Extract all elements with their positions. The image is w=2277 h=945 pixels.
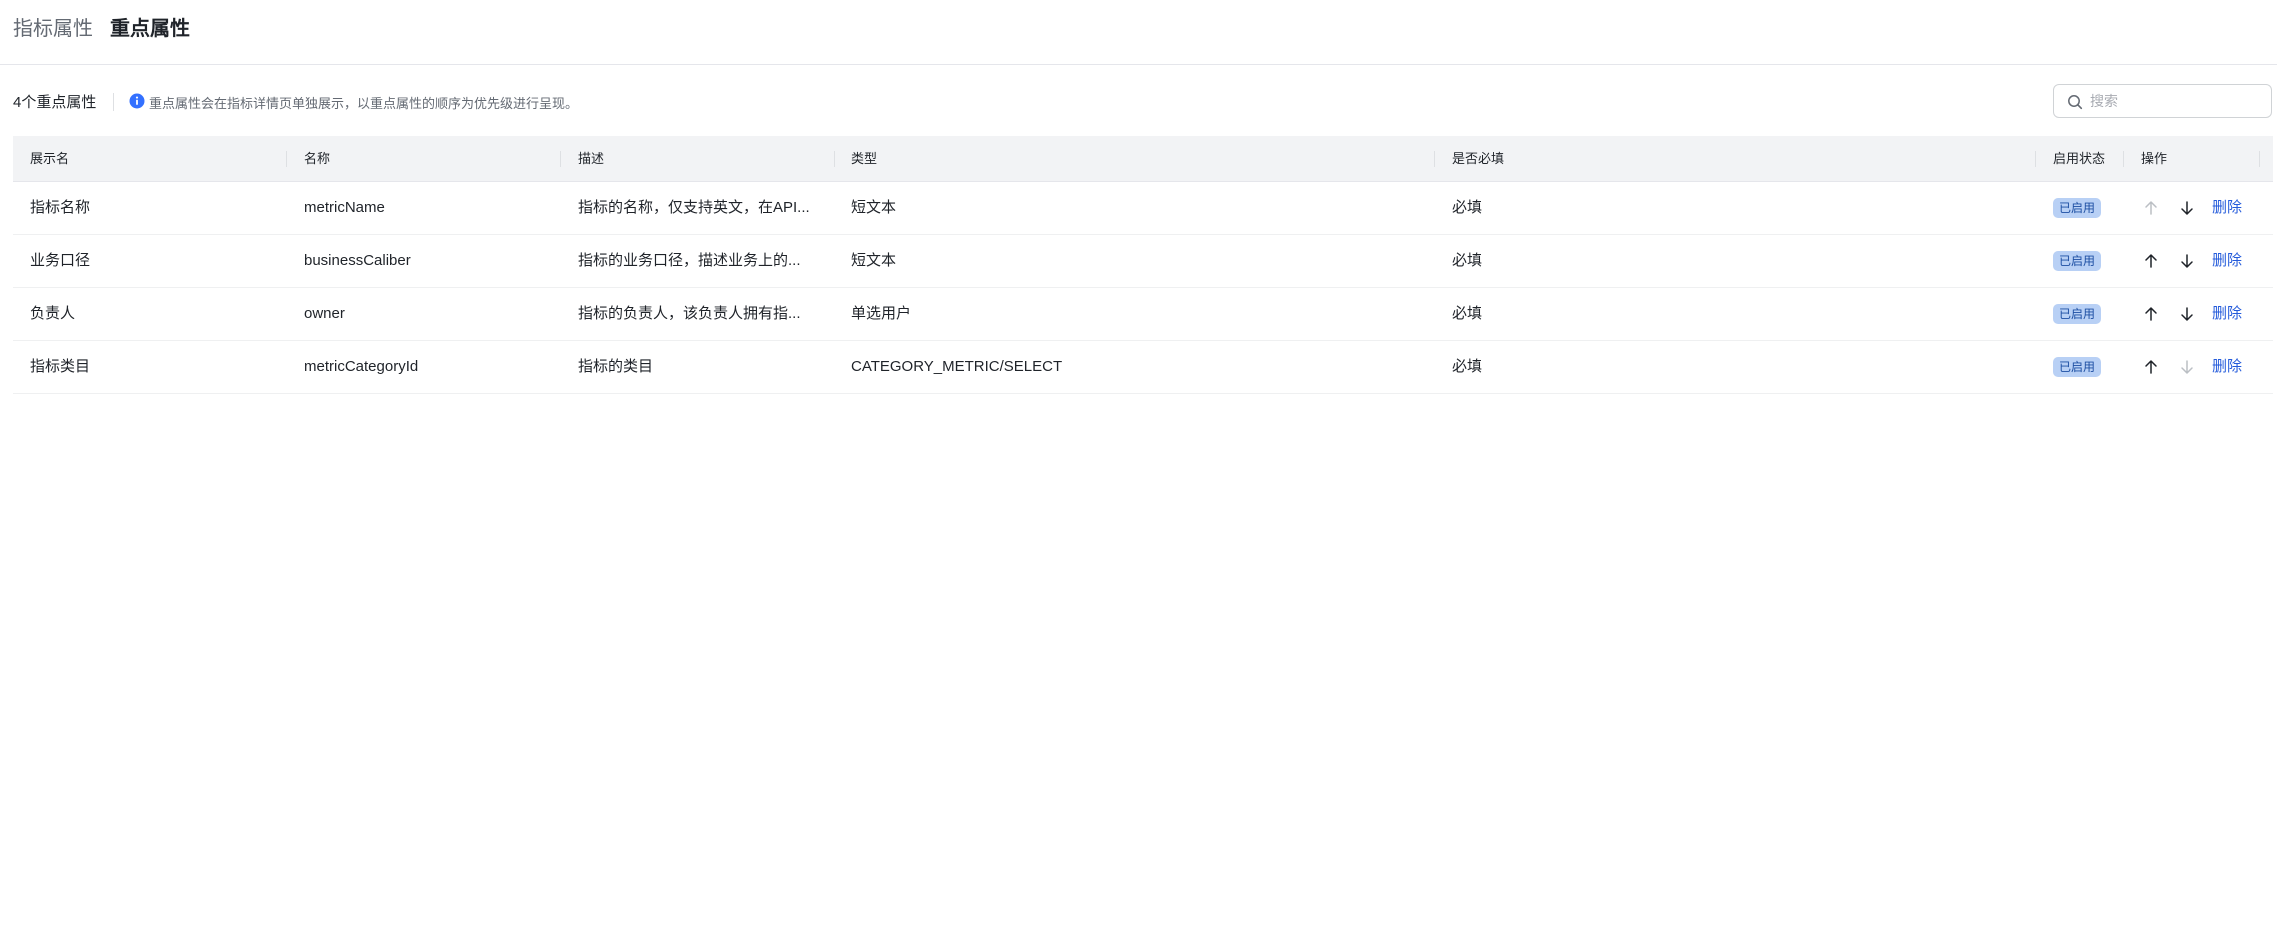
status-badge: 已启用	[2053, 304, 2102, 324]
key-attributes-table: 展示名 名称 描述 类型 是否必填 启用状态 操作 指标名称 metricNam…	[13, 136, 2273, 394]
column-separator	[1434, 151, 1435, 167]
move-up-button[interactable]	[2141, 198, 2161, 218]
status-badge: 已启用	[2053, 198, 2102, 218]
column-header-description: 描述	[578, 151, 605, 166]
cell-required: 必填	[1452, 305, 1483, 322]
column-separator	[834, 151, 835, 167]
cell-type: 短文本	[851, 199, 897, 216]
move-down-button[interactable]	[2177, 198, 2197, 218]
column-separator	[2035, 151, 2036, 167]
page-header: 指标属性 重点属性	[0, 0, 2277, 65]
column-separator	[2123, 151, 2124, 167]
status-badge: 已启用	[2053, 251, 2102, 271]
arrow-down-icon	[2177, 251, 2197, 271]
table-row: 业务口径 businessCaliber 指标的业务口径，描述业务上的... 短…	[13, 235, 2273, 288]
move-up-button[interactable]	[2141, 251, 2161, 271]
tab-metric-attributes[interactable]: 指标属性	[13, 16, 93, 42]
move-down-button[interactable]	[2177, 251, 2197, 271]
cell-description: 指标的负责人，该负责人拥有指...	[578, 305, 801, 322]
delete-button[interactable]: 删除	[2212, 288, 2242, 340]
arrow-down-icon	[2177, 357, 2197, 377]
cell-description: 指标的类目	[578, 358, 654, 375]
column-header-type: 类型	[851, 151, 878, 166]
info-circle-icon	[129, 93, 145, 109]
table-row: 负责人 owner 指标的负责人，该负责人拥有指... 单选用户 必填 已启用 …	[13, 288, 2273, 341]
column-separator	[2259, 151, 2260, 167]
table-header: 展示名 名称 描述 类型 是否必填 启用状态 操作	[13, 136, 2273, 182]
cell-display-name: 负责人	[30, 305, 76, 322]
delete-button[interactable]: 删除	[2212, 341, 2242, 393]
cell-name: metricCategoryId	[304, 358, 419, 375]
arrow-down-icon	[2177, 198, 2197, 218]
move-up-button[interactable]	[2141, 304, 2161, 324]
column-header-actions: 操作	[2141, 151, 2168, 166]
key-attribute-count: 4个重点属性	[13, 94, 97, 111]
search-box[interactable]	[2053, 84, 2272, 118]
delete-button[interactable]: 删除	[2212, 182, 2242, 234]
column-header-status: 启用状态	[2053, 151, 2106, 166]
cell-display-name: 指标类目	[30, 358, 91, 375]
cell-description: 指标的名称，仅支持英文，在API...	[578, 199, 810, 216]
tab-key-attributes[interactable]: 重点属性	[110, 16, 190, 42]
toolbar: 4个重点属性 重点属性会在指标详情页单独展示，以重点属性的顺序为优先级进行呈现。	[13, 84, 2273, 120]
search-input[interactable]	[2090, 90, 2260, 112]
column-header-required: 是否必填	[1452, 151, 1505, 166]
arrow-up-icon	[2141, 198, 2161, 218]
cell-required: 必填	[1452, 252, 1483, 269]
column-separator	[560, 151, 561, 167]
cell-name: businessCaliber	[304, 252, 411, 269]
column-header-name: 名称	[304, 151, 331, 166]
arrow-up-icon	[2141, 251, 2161, 271]
table-body: 指标名称 metricName 指标的名称，仅支持英文，在API... 短文本 …	[13, 182, 2273, 394]
move-down-button[interactable]	[2177, 357, 2197, 377]
arrow-up-icon	[2141, 357, 2161, 377]
search-icon	[2067, 94, 2083, 110]
cell-display-name: 指标名称	[30, 199, 91, 216]
cell-description: 指标的业务口径，描述业务上的...	[578, 252, 801, 269]
move-down-button[interactable]	[2177, 304, 2197, 324]
cell-required: 必填	[1452, 199, 1483, 216]
cell-name: owner	[304, 305, 345, 322]
table-row: 指标名称 metricName 指标的名称，仅支持英文，在API... 短文本 …	[13, 182, 2273, 235]
cell-display-name: 业务口径	[30, 252, 91, 269]
cell-type: 单选用户	[851, 305, 912, 322]
table-row: 指标类目 metricCategoryId 指标的类目 CATEGORY_MET…	[13, 341, 2273, 394]
arrow-down-icon	[2177, 304, 2197, 324]
cell-name: metricName	[304, 199, 385, 216]
arrow-up-icon	[2141, 304, 2161, 324]
status-badge: 已启用	[2053, 357, 2102, 377]
cell-type: 短文本	[851, 252, 897, 269]
info-text: 重点属性会在指标详情页单独展示，以重点属性的顺序为优先级进行呈现。	[149, 96, 579, 111]
move-up-button[interactable]	[2141, 357, 2161, 377]
cell-required: 必填	[1452, 358, 1483, 375]
column-header-display-name: 展示名	[30, 151, 70, 166]
toolbar-divider	[113, 93, 114, 111]
delete-button[interactable]: 删除	[2212, 235, 2242, 287]
column-separator	[286, 151, 287, 167]
cell-type: CATEGORY_METRIC/SELECT	[851, 358, 1063, 375]
